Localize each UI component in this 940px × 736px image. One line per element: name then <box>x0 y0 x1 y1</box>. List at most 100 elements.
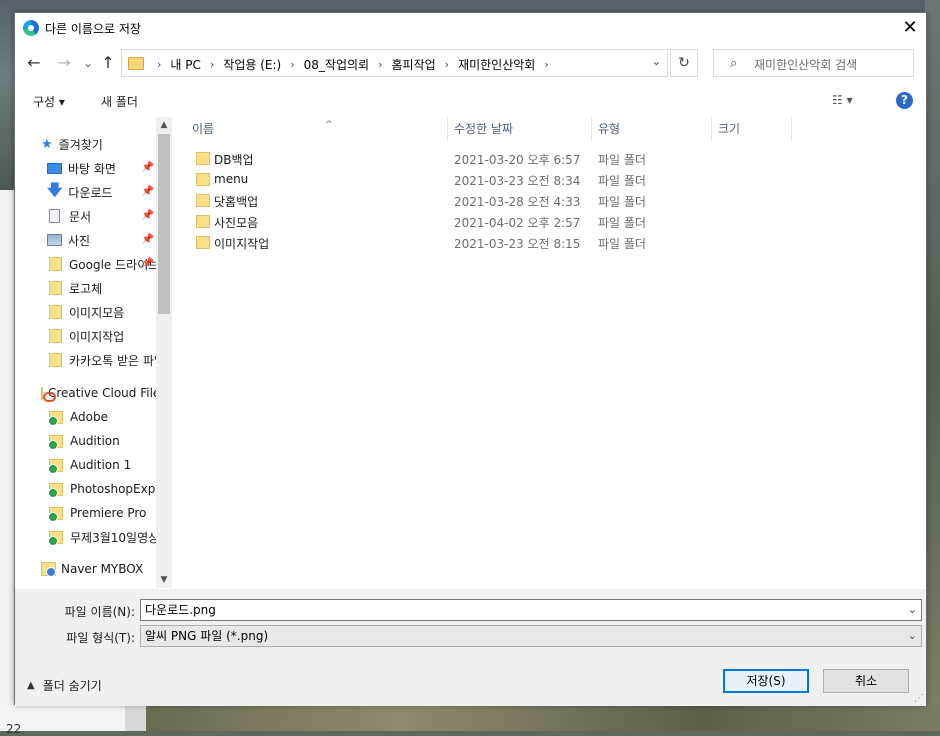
up-arrow-icon[interactable]: ↑ <box>99 54 117 72</box>
navigation-bar: ← → ⌄ ↑ › 내 PC › 작업용 (E:) › 08_작업의뢰 › 홈피… <box>15 46 926 80</box>
pictures-icon <box>47 234 62 246</box>
crumb-separator[interactable]: › <box>544 58 548 71</box>
sidebar-item-folder[interactable]: 로고체 <box>49 277 157 299</box>
filename-label: 파일 이름(N): <box>64 605 135 619</box>
folder-icon <box>196 215 210 228</box>
sidebar-item-cc-folder[interactable]: Audition <box>49 430 157 452</box>
document-icon <box>49 209 60 223</box>
column-divider[interactable] <box>791 117 792 141</box>
table-row[interactable]: 이미지작업 2021-03-23 오전 8:15 파일 폴더 <box>192 232 672 253</box>
pin-icon: 📌 <box>141 186 154 197</box>
filetype-select[interactable]: 알씨 PNG 파일 (*.png) ⌄ <box>140 625 922 647</box>
mybox-icon <box>41 562 56 577</box>
recent-locations-icon[interactable]: ⌄ <box>79 54 97 72</box>
sidebar-item-folder[interactable]: 이미지작업 <box>49 325 157 347</box>
synced-folder-icon <box>49 410 63 426</box>
crumb-separator[interactable]: › <box>378 58 382 71</box>
save-as-dialog: 다른 이름으로 저장 ✕ ← → ⌄ ↑ › 내 PC › 작업용 (E:) ›… <box>14 12 927 706</box>
column-header-size[interactable]: 크기 <box>713 117 791 141</box>
column-divider[interactable] <box>447 117 448 141</box>
pin-icon: 📌 <box>141 210 154 221</box>
download-icon: 🡇 <box>47 181 63 199</box>
navigation-pane: ★ 즐겨찾기 바탕 화면 📌 🡇 다운로드 📌 문서 📌 사진 📌 Google… <box>15 117 172 588</box>
sidebar-item-cc-folder[interactable]: Adobe <box>49 406 157 428</box>
refresh-icon[interactable]: ↻ <box>670 49 698 77</box>
scroll-up-icon[interactable]: ▲ <box>156 117 172 133</box>
breadcrumb: › 내 PC › 작업용 (E:) › 08_작업의뢰 › 홈피작업 › 재미한… <box>148 56 558 73</box>
sidebar-item-cc-folder[interactable]: 무제3월10일영상 <box>49 526 157 548</box>
crumb-separator[interactable]: › <box>210 58 214 71</box>
folder-icon <box>49 281 62 295</box>
address-bar[interactable]: › 내 PC › 작업용 (E:) › 08_작업의뢰 › 홈피작업 › 재미한… <box>121 49 668 77</box>
folder-icon <box>196 173 210 186</box>
chevron-down-icon[interactable]: ⌄ <box>908 626 917 646</box>
new-folder-button[interactable]: 새 폴더 <box>101 93 138 110</box>
sidebar-item-downloads[interactable]: 🡇 다운로드 📌 <box>47 181 157 203</box>
desktop-icon <box>47 162 62 174</box>
back-arrow-icon[interactable]: ← <box>25 54 43 72</box>
sidebar-item-desktop[interactable]: 바탕 화면 📌 <box>47 157 157 179</box>
crumb-homepage[interactable]: 홈피작업 <box>391 56 435 73</box>
search-icon: ⌕ <box>730 56 738 71</box>
filetype-value: 알씨 PNG 파일 (*.png) <box>145 629 269 643</box>
address-dropdown-icon[interactable]: ⌄ <box>652 55 661 68</box>
folder-icon <box>49 305 62 319</box>
sidebar-item-cc-folder[interactable]: PhotoshopExpress <box>49 478 157 500</box>
crumb-separator[interactable]: › <box>290 58 294 71</box>
folder-icon <box>49 329 62 343</box>
table-row[interactable]: menu 2021-03-23 오전 8:34 파일 폴더 <box>192 169 672 190</box>
sidebar-item-naver-mybox[interactable]: Naver MYBOX <box>41 558 157 580</box>
scrollbar-thumb[interactable] <box>158 134 170 314</box>
hide-folders-toggle[interactable]: ▲ 폴더 숨기기 <box>27 677 102 694</box>
cancel-button[interactable]: 취소 <box>823 669 909 693</box>
sidebar-item-cc-folder[interactable]: Premiere Pro <box>49 502 157 524</box>
sidebar-item-pictures[interactable]: 사진 📌 <box>47 229 157 251</box>
sidebar-item-quick-access[interactable]: ★ 즐겨찾기 <box>41 133 172 155</box>
forward-arrow-icon[interactable]: → <box>55 54 73 72</box>
command-bar: 구성 ▾ 새 폴더 ☷ ▾ <box>15 88 926 116</box>
folder-icon <box>128 57 144 70</box>
crumb-this-pc[interactable]: 내 PC <box>170 56 200 73</box>
table-row[interactable]: 닷홈백업 2021-03-28 오전 4:33 파일 폴더 <box>192 190 672 211</box>
synced-folder-icon <box>49 506 63 522</box>
sort-ascending-icon: ^ <box>325 120 333 130</box>
search-box[interactable]: ⌕ 재미한인산악회 검색 <box>713 49 914 77</box>
pin-icon: 📌 <box>141 234 154 245</box>
save-options-panel: 파일 이름(N): 다운로드.png ⌄ 파일 형식(T): 알씨 PNG 파일… <box>15 589 926 706</box>
chevron-down-icon[interactable]: ⌄ <box>908 600 917 620</box>
column-header-name[interactable]: 이름 ^ <box>187 117 447 141</box>
column-divider[interactable] <box>591 117 592 141</box>
column-header-modified[interactable]: 수정한 날짜 <box>449 117 591 141</box>
title-bar[interactable]: 다른 이름으로 저장 ✕ <box>15 13 926 44</box>
organize-menu[interactable]: 구성 ▾ <box>33 93 65 110</box>
navigation-scrollbar[interactable]: ▲ ▼ <box>156 117 172 588</box>
column-header-type[interactable]: 유형 <box>593 117 711 141</box>
filename-field[interactable]: 다운로드.png ⌄ <box>140 599 922 621</box>
column-divider[interactable] <box>711 117 712 141</box>
search-input[interactable]: 재미한인산악회 검색 <box>754 56 857 73</box>
scroll-down-icon[interactable]: ▼ <box>156 572 172 588</box>
sidebar-item-cc-folder[interactable]: Audition 1 <box>49 454 157 476</box>
edge-app-icon <box>23 20 39 36</box>
view-options-icon[interactable]: ☷ ▾ <box>832 93 853 107</box>
folder-icon <box>196 194 210 207</box>
sidebar-item-creative-cloud[interactable]: Creative Cloud Files <box>41 382 157 404</box>
crumb-current-folder[interactable]: 재미한인산악회 <box>458 56 535 73</box>
file-list: 이름 ^ 수정한 날짜 유형 크기 DB백업 2021-03-20 오후 6:5… <box>174 117 925 588</box>
resize-grip-icon[interactable]: ⋰ <box>914 693 924 704</box>
sidebar-item-documents[interactable]: 문서 📌 <box>47 205 157 227</box>
table-row[interactable]: 사진모음 2021-04-02 오후 2:57 파일 폴더 <box>192 211 672 232</box>
sidebar-item-google-drive[interactable]: Google 드라이브 📌 <box>49 253 157 275</box>
crumb-drive-e[interactable]: 작업용 (E:) <box>223 56 281 73</box>
sidebar-item-folder[interactable]: 카카오톡 받은 파일 <box>49 349 157 371</box>
close-button[interactable]: ✕ <box>894 13 926 44</box>
window-title: 다른 이름으로 저장 <box>45 22 141 36</box>
crumb-separator: › <box>157 58 162 71</box>
help-icon[interactable]: ? <box>896 92 913 109</box>
folder-icon <box>49 257 62 271</box>
crumb-separator[interactable]: › <box>445 58 449 71</box>
save-button[interactable]: 저장(S) <box>723 669 809 693</box>
crumb-commission[interactable]: 08_작업의뢰 <box>304 56 369 73</box>
sidebar-item-folder[interactable]: 이미지모음 <box>49 301 157 323</box>
table-row[interactable]: DB백업 2021-03-20 오후 6:57 파일 폴더 <box>192 148 672 169</box>
